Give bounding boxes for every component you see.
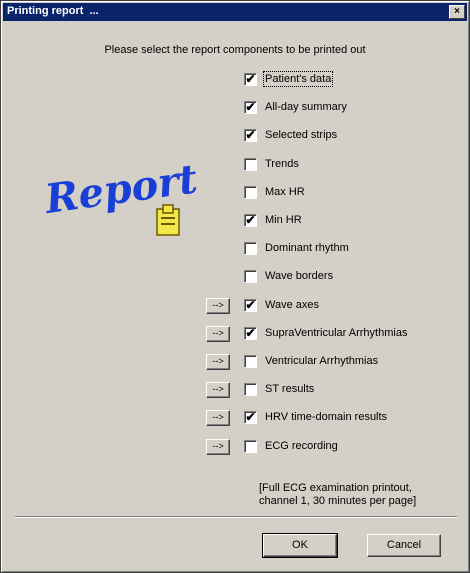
note-line-1: [Full ECG examination printout, xyxy=(259,482,412,494)
printing-report-dialog: Printing report ... × Please select the … xyxy=(0,0,470,573)
component-label[interactable]: Min HR xyxy=(265,214,302,226)
checkmark-icon: ✔ xyxy=(245,326,256,340)
component-row: ✔ Patient's data xyxy=(1,71,469,88)
component-checkbox[interactable] xyxy=(244,440,257,453)
checkmark-icon: ✔ xyxy=(245,213,256,227)
checkmark-icon: ✔ xyxy=(245,298,256,312)
component-row: --> ECG recording xyxy=(1,439,469,455)
component-row: ✔ Selected strips xyxy=(1,128,469,144)
component-checkbox[interactable]: ✔ xyxy=(244,72,257,86)
component-label[interactable]: Ventricular Arrhythmias xyxy=(265,355,378,367)
component-label[interactable]: ECG recording xyxy=(265,440,338,452)
component-row: --> Ventricular Arrhythmias xyxy=(1,354,469,370)
component-label[interactable]: Patient's data xyxy=(262,71,334,87)
options-arrow-button[interactable]: --> xyxy=(206,298,230,314)
component-checkbox[interactable]: ✔ xyxy=(244,213,257,227)
ok-button[interactable]: OK xyxy=(262,533,338,558)
component-row: Dominant rhythm xyxy=(1,241,469,257)
component-checkbox[interactable]: ✔ xyxy=(244,128,257,142)
options-arrow-button[interactable]: --> xyxy=(206,354,230,370)
close-button[interactable]: × xyxy=(449,5,465,19)
component-label[interactable]: Dominant rhythm xyxy=(265,242,349,254)
component-label[interactable]: Trends xyxy=(265,158,299,170)
component-row: Wave borders xyxy=(1,269,469,285)
component-checkbox[interactable]: ✔ xyxy=(244,100,257,114)
component-row: --> ST results xyxy=(1,382,469,398)
component-checkbox[interactable]: ✔ xyxy=(244,326,257,340)
component-label[interactable]: All-day summary xyxy=(265,101,347,113)
component-checkbox[interactable]: ✔ xyxy=(244,298,257,312)
component-row: --> ✔ Wave axes xyxy=(1,298,469,314)
component-row: --> ✔ SupraVentricular Arrhythmias xyxy=(1,326,469,342)
component-checkbox[interactable] xyxy=(244,242,257,255)
checkmark-icon: ✔ xyxy=(245,100,256,114)
component-checkbox[interactable] xyxy=(244,270,257,283)
component-label[interactable]: Wave borders xyxy=(265,270,333,282)
checkmark-icon: ✔ xyxy=(245,128,256,142)
options-arrow-button[interactable]: --> xyxy=(206,326,230,342)
checkmark-icon: ✔ xyxy=(245,410,256,424)
note-line-2: channel 1, 30 minutes per page] xyxy=(259,495,417,507)
component-checkbox[interactable]: ✔ xyxy=(244,410,257,424)
component-checkbox[interactable] xyxy=(244,158,257,171)
component-row: ✔ Min HR xyxy=(1,213,469,229)
options-arrow-button[interactable]: --> xyxy=(206,410,230,426)
component-label[interactable]: HRV time-domain results xyxy=(265,411,387,423)
component-row: --> ✔ HRV time-domain results xyxy=(1,410,469,426)
component-checkbox[interactable] xyxy=(244,383,257,396)
component-label[interactable]: Max HR xyxy=(265,186,305,198)
component-row: ✔ All-day summary xyxy=(1,100,469,116)
component-checkbox[interactable] xyxy=(244,355,257,368)
checkmark-icon: ✔ xyxy=(245,72,256,86)
separator xyxy=(15,516,457,518)
component-checkbox[interactable] xyxy=(244,186,257,199)
component-label[interactable]: Selected strips xyxy=(265,129,337,141)
options-arrow-button[interactable]: --> xyxy=(206,439,230,455)
cancel-button[interactable]: Cancel xyxy=(367,534,441,557)
component-row: Max HR xyxy=(1,185,469,201)
component-label[interactable]: SupraVentricular Arrhythmias xyxy=(265,327,407,339)
title-bar[interactable]: Printing report ... × xyxy=(3,3,467,21)
window-title: Printing report ... xyxy=(7,5,99,17)
instruction-text: Please select the report components to b… xyxy=(104,44,366,56)
component-label[interactable]: ST results xyxy=(265,383,314,395)
ecg-recording-note: [Full ECG examination printout, channel … xyxy=(259,482,416,508)
component-label[interactable]: Wave axes xyxy=(265,299,319,311)
component-row: Trends xyxy=(1,157,469,173)
options-arrow-button[interactable]: --> xyxy=(206,382,230,398)
